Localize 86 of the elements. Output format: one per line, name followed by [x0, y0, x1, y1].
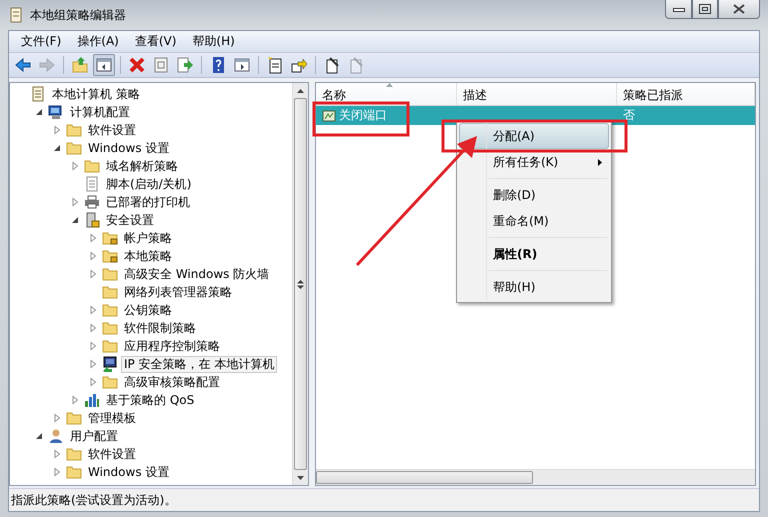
menu-item[interactable]: 文件(F): [13, 33, 70, 50]
up-arrow-icon: [297, 88, 304, 92]
tree-item[interactable]: 基于策略的 QoS: [103, 392, 198, 408]
maximize-button[interactable]: [692, 0, 718, 19]
assigned-value: 否: [623, 107, 635, 124]
server-lock-icon: [84, 212, 100, 228]
tree-item[interactable]: 计算机配置: [67, 104, 133, 120]
cross-icon: [128, 56, 146, 74]
folder-icon: [66, 140, 82, 156]
minimize-icon: [672, 6, 684, 12]
menu-item[interactable]: 删除(D): [459, 182, 609, 208]
close-button[interactable]: [718, 0, 760, 19]
status-text: 指派此策略(尝试设置为活动)。: [11, 492, 176, 508]
policy-icon: [322, 108, 336, 122]
folder-icon: [66, 122, 82, 138]
right-arrow-icon: [38, 56, 56, 74]
tree-item[interactable]: IP 安全策略，在 本地计算机: [121, 356, 278, 372]
tree-item[interactable]: 高级安全 Windows 防火墙: [121, 266, 272, 282]
scroll-icon: [30, 86, 46, 102]
horizontal-scrollbar[interactable]: [316, 469, 755, 485]
tree-item[interactable]: 脚本(启动/关机): [103, 176, 194, 192]
column-header[interactable]: 名称: [316, 83, 457, 105]
page-arrow-icon: [176, 56, 194, 74]
folder-icon: [102, 302, 118, 318]
folder-icon: [102, 320, 118, 336]
folder-icon: [102, 338, 118, 354]
tree-item[interactable]: 应用程序控制策略: [121, 338, 223, 354]
locked-folder-icon: [102, 248, 118, 264]
scroll-icon: [8, 7, 24, 23]
folder-icon: [102, 266, 118, 282]
folder-icon: [102, 374, 118, 390]
user-icon: [48, 428, 64, 444]
menu-item[interactable]: 重命名(M): [459, 208, 609, 234]
tree-item[interactable]: 软件设置: [85, 122, 139, 138]
menu-item[interactable]: 所有任务(K): [459, 149, 609, 175]
minimize-button[interactable]: [665, 0, 692, 19]
down-arrow-icon: [297, 476, 304, 480]
column-header[interactable]: 策略已指派: [617, 83, 755, 105]
menu-item[interactable]: 操作(A): [69, 33, 127, 50]
computer-icon: [48, 104, 64, 120]
locked-folder-icon: [102, 230, 118, 246]
console-tree-button[interactable]: [93, 54, 115, 76]
tree-item[interactable]: 软件限制策略: [121, 320, 199, 336]
folder-icon: [84, 158, 100, 174]
folder-up-icon: [71, 56, 89, 74]
menu-item[interactable]: 帮助(H): [184, 33, 243, 50]
sort-arrow-icon: [386, 83, 393, 87]
panel-icon: [95, 56, 113, 74]
tree-item[interactable]: Windows 设置: [85, 464, 172, 480]
folder-icon: [66, 410, 82, 426]
window-title: 本地组策略编辑器: [30, 6, 126, 24]
left-arrow-icon: [14, 56, 32, 74]
policy-name: 关闭端口: [339, 107, 387, 124]
tree-item[interactable]: 软件设置: [85, 446, 139, 462]
close-icon: [733, 4, 745, 14]
tree-item[interactable]: 管理模板: [85, 410, 139, 426]
printer-icon: [84, 194, 100, 210]
document-icon: [266, 56, 284, 74]
scrollbar[interactable]: [292, 83, 308, 485]
tree-item[interactable]: 本地计算机 策略: [49, 86, 143, 102]
tree-item[interactable]: 本地策略: [121, 248, 175, 264]
tree-item[interactable]: 域名解析策略: [103, 158, 181, 174]
tree-item[interactable]: 安全设置: [103, 212, 157, 228]
tree-item[interactable]: 已部署的打印机: [103, 194, 193, 210]
grip-arrows-icon: [297, 280, 304, 288]
column-header[interactable]: 描述: [457, 83, 617, 105]
folder-icon: [66, 464, 82, 480]
maximize-icon: [699, 4, 711, 14]
menu-item[interactable]: 查看(V): [126, 33, 184, 50]
folder-icon: [66, 446, 82, 462]
menu-item[interactable]: 分配(A): [459, 123, 609, 149]
panel-icon: [233, 56, 251, 74]
menu-item[interactable]: 属性(R): [459, 241, 609, 267]
box-arrow-icon: [290, 56, 308, 74]
tree-item[interactable]: Windows 设置: [85, 140, 172, 156]
tree-item[interactable]: 公钥策略: [121, 302, 175, 318]
menu-item[interactable]: 帮助(H): [459, 274, 609, 300]
bar-chart-icon: [84, 392, 100, 408]
script-icon: [84, 176, 100, 192]
monitor-icon: [102, 356, 118, 372]
tree-item[interactable]: 高级审核策略配置: [121, 374, 223, 390]
tree-item[interactable]: 网络列表管理器策略: [121, 284, 235, 300]
sheet-icon: [152, 56, 170, 74]
tree-item[interactable]: 用户配置: [67, 428, 121, 444]
folder-icon: [102, 284, 118, 300]
tree-item[interactable]: 帐户策略: [121, 230, 175, 246]
